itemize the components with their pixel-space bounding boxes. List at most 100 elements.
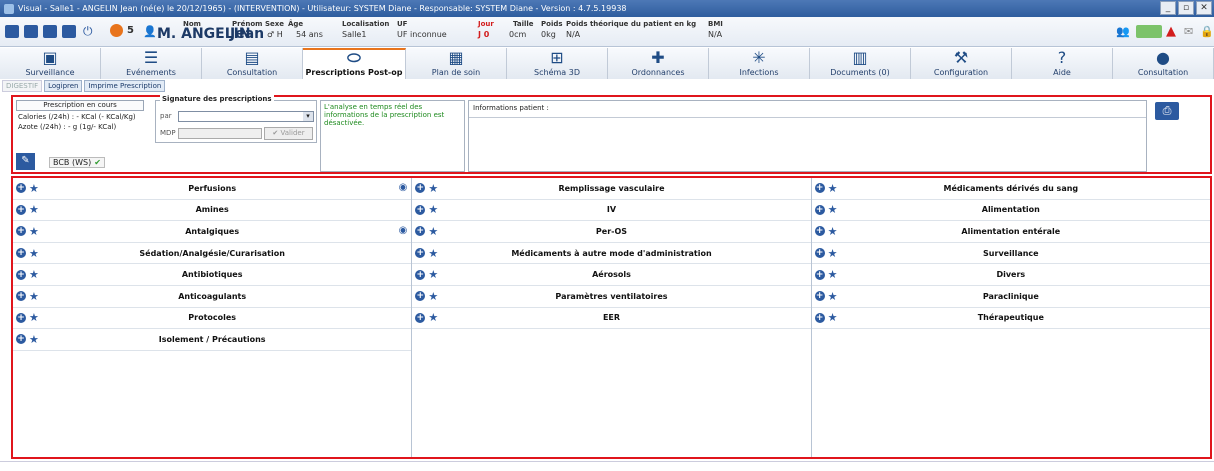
tab-documents[interactable]: ▥ Documents (0) bbox=[810, 48, 911, 79]
category-row-alimentation[interactable]: + ★ Alimentation bbox=[811, 200, 1210, 222]
logipren-button[interactable]: Logipren bbox=[44, 80, 83, 92]
star-icon[interactable]: ★ bbox=[428, 290, 438, 303]
folder-icon[interactable] bbox=[5, 25, 19, 38]
add-icon[interactable]: + bbox=[16, 248, 26, 259]
star-icon[interactable]: ★ bbox=[828, 182, 838, 195]
category-row-therapeutique[interactable]: + ★ Thérapeutique bbox=[811, 308, 1210, 330]
warning-icon[interactable]: ▲ bbox=[1166, 25, 1180, 38]
dropdown-arrow-icon[interactable]: ▾ bbox=[303, 112, 313, 121]
add-icon[interactable]: + bbox=[16, 204, 26, 215]
print-alt-icon[interactable] bbox=[62, 25, 76, 38]
lock-icon[interactable]: 🔒 bbox=[1200, 25, 1214, 38]
star-icon[interactable]: ★ bbox=[29, 290, 39, 303]
add-icon[interactable]: + bbox=[16, 312, 26, 323]
star-icon[interactable]: ★ bbox=[428, 225, 438, 238]
star-icon[interactable]: ★ bbox=[29, 333, 39, 346]
star-icon[interactable]: ★ bbox=[828, 247, 838, 260]
tab-infections[interactable]: ✳ Infections bbox=[709, 48, 810, 79]
add-icon[interactable]: + bbox=[16, 226, 26, 237]
category-row-antalgiques[interactable]: + ★ Antalgiques ◉ bbox=[13, 221, 412, 243]
add-icon[interactable]: + bbox=[415, 204, 426, 215]
add-icon[interactable]: + bbox=[415, 183, 426, 194]
validate-button[interactable]: ✔ Valider bbox=[264, 127, 313, 140]
mail-icon[interactable]: ✉ bbox=[1184, 25, 1198, 38]
star-icon[interactable]: ★ bbox=[828, 203, 838, 216]
add-icon[interactable]: + bbox=[16, 291, 26, 302]
close-button[interactable]: ✕ bbox=[1196, 1, 1212, 15]
tab-ordonnances[interactable]: ✚ Ordonnances bbox=[608, 48, 709, 79]
category-row-autre-mode[interactable]: + ★ Médicaments à autre mode d'administrat… bbox=[412, 243, 811, 265]
tab-consultation[interactable]: ▤ Consultation bbox=[202, 48, 303, 79]
category-row-anticoagulants[interactable]: + ★ Anticoagulants bbox=[13, 286, 412, 308]
vitals-monitor-icon[interactable] bbox=[1136, 25, 1162, 38]
add-icon[interactable]: + bbox=[814, 226, 825, 237]
star-icon[interactable]: ★ bbox=[428, 247, 438, 260]
tab-evenements[interactable]: ☰ Evénements bbox=[101, 48, 202, 79]
tab-prescriptions-post-op[interactable]: ⬭ Prescriptions Post-op bbox=[303, 48, 406, 79]
star-icon[interactable]: ★ bbox=[428, 182, 438, 195]
star-icon[interactable]: ★ bbox=[428, 268, 438, 281]
category-row-antibiotiques[interactable]: + ★ Antibiotiques bbox=[13, 264, 412, 286]
print-icon[interactable] bbox=[43, 25, 57, 38]
category-row-amines[interactable]: + ★ Amines bbox=[13, 200, 412, 222]
star-icon[interactable]: ★ bbox=[828, 311, 838, 324]
printer-icon[interactable]: ⎙ bbox=[1155, 102, 1179, 120]
add-icon[interactable]: + bbox=[415, 269, 426, 280]
tab-plan-de-soin[interactable]: ▦ Plan de soin bbox=[406, 48, 507, 79]
category-row-surveillance[interactable]: + ★ Surveillance bbox=[811, 243, 1210, 265]
star-icon[interactable]: ★ bbox=[828, 290, 838, 303]
star-icon[interactable]: ★ bbox=[828, 225, 838, 238]
maximize-button[interactable]: ▫ bbox=[1178, 1, 1194, 15]
star-icon[interactable]: ★ bbox=[428, 203, 438, 216]
star-icon[interactable]: ★ bbox=[29, 247, 39, 260]
category-row-perfusions[interactable]: + ★ Perfusions ◉ bbox=[13, 178, 412, 200]
category-row-alimentation-enterale[interactable]: + ★ Alimentation entérale bbox=[811, 221, 1210, 243]
category-row-protocoles[interactable]: + ★ Protocoles bbox=[13, 308, 412, 330]
tab-surveillance[interactable]: ▣ Surveillance bbox=[0, 48, 101, 79]
add-icon[interactable]: + bbox=[415, 248, 426, 259]
edit-icon[interactable]: ✎ bbox=[16, 153, 35, 170]
add-icon[interactable]: + bbox=[415, 312, 426, 323]
star-icon[interactable]: ★ bbox=[29, 225, 39, 238]
add-icon[interactable]: + bbox=[415, 291, 426, 302]
screen-icon[interactable] bbox=[24, 25, 38, 38]
imprime-prescription-button[interactable]: Imprime Prescription bbox=[84, 80, 166, 92]
add-icon[interactable]: + bbox=[16, 269, 26, 280]
add-icon[interactable]: + bbox=[814, 312, 825, 323]
star-icon[interactable]: ★ bbox=[29, 182, 39, 195]
category-row-derives-sang[interactable]: + ★ Médicaments dérivés du sang bbox=[811, 178, 1210, 200]
category-row-paraclinique[interactable]: + ★ Paraclinique bbox=[811, 286, 1210, 308]
star-icon[interactable]: ★ bbox=[29, 268, 39, 281]
category-row-divers[interactable]: + ★ Divers bbox=[811, 264, 1210, 286]
power-icon[interactable]: ⏻ bbox=[83, 25, 97, 38]
category-row-sedation[interactable]: + ★ Sédation/Analgésie/Curarisation bbox=[13, 243, 412, 265]
add-icon[interactable]: + bbox=[16, 334, 26, 345]
eye-icon[interactable]: ◉ bbox=[399, 182, 408, 193]
add-icon[interactable]: + bbox=[814, 269, 825, 280]
star-icon[interactable]: ★ bbox=[29, 311, 39, 324]
add-icon[interactable]: + bbox=[415, 226, 426, 237]
add-icon[interactable]: + bbox=[814, 183, 825, 194]
category-row-aerosols[interactable]: + ★ Aérosols bbox=[412, 264, 811, 286]
signer-select[interactable]: ▾ bbox=[178, 111, 314, 122]
tab-configuration[interactable]: ⚒ Configuration bbox=[911, 48, 1012, 79]
eye-icon[interactable]: ◉ bbox=[399, 225, 408, 236]
digestif-button[interactable]: DIGESTIF bbox=[2, 80, 43, 92]
category-row-ventilation[interactable]: + ★ Paramètres ventilatoires bbox=[412, 286, 811, 308]
category-row-eer[interactable]: + ★ EER bbox=[412, 308, 811, 330]
minimize-button[interactable]: _ bbox=[1160, 1, 1176, 15]
tab-schema-3d[interactable]: ⊞ Schéma 3D bbox=[507, 48, 608, 79]
tab-aide[interactable]: ? Aide bbox=[1012, 48, 1113, 79]
password-field[interactable] bbox=[178, 128, 262, 139]
users-icon[interactable]: 👥 bbox=[1116, 25, 1130, 38]
category-row-iv[interactable]: + ★ IV bbox=[412, 200, 811, 222]
star-icon[interactable]: ★ bbox=[828, 268, 838, 281]
category-row-isolement[interactable]: + ★ Isolement / Précautions bbox=[13, 329, 412, 351]
star-icon[interactable]: ★ bbox=[29, 203, 39, 216]
add-icon[interactable]: + bbox=[814, 248, 825, 259]
add-icon[interactable]: + bbox=[16, 183, 26, 194]
category-row-per-os[interactable]: + ★ Per-OS bbox=[412, 221, 811, 243]
tab-consultation-2[interactable]: ● Consultation bbox=[1113, 48, 1214, 79]
star-icon[interactable]: ★ bbox=[428, 311, 438, 324]
add-icon[interactable]: + bbox=[814, 204, 825, 215]
